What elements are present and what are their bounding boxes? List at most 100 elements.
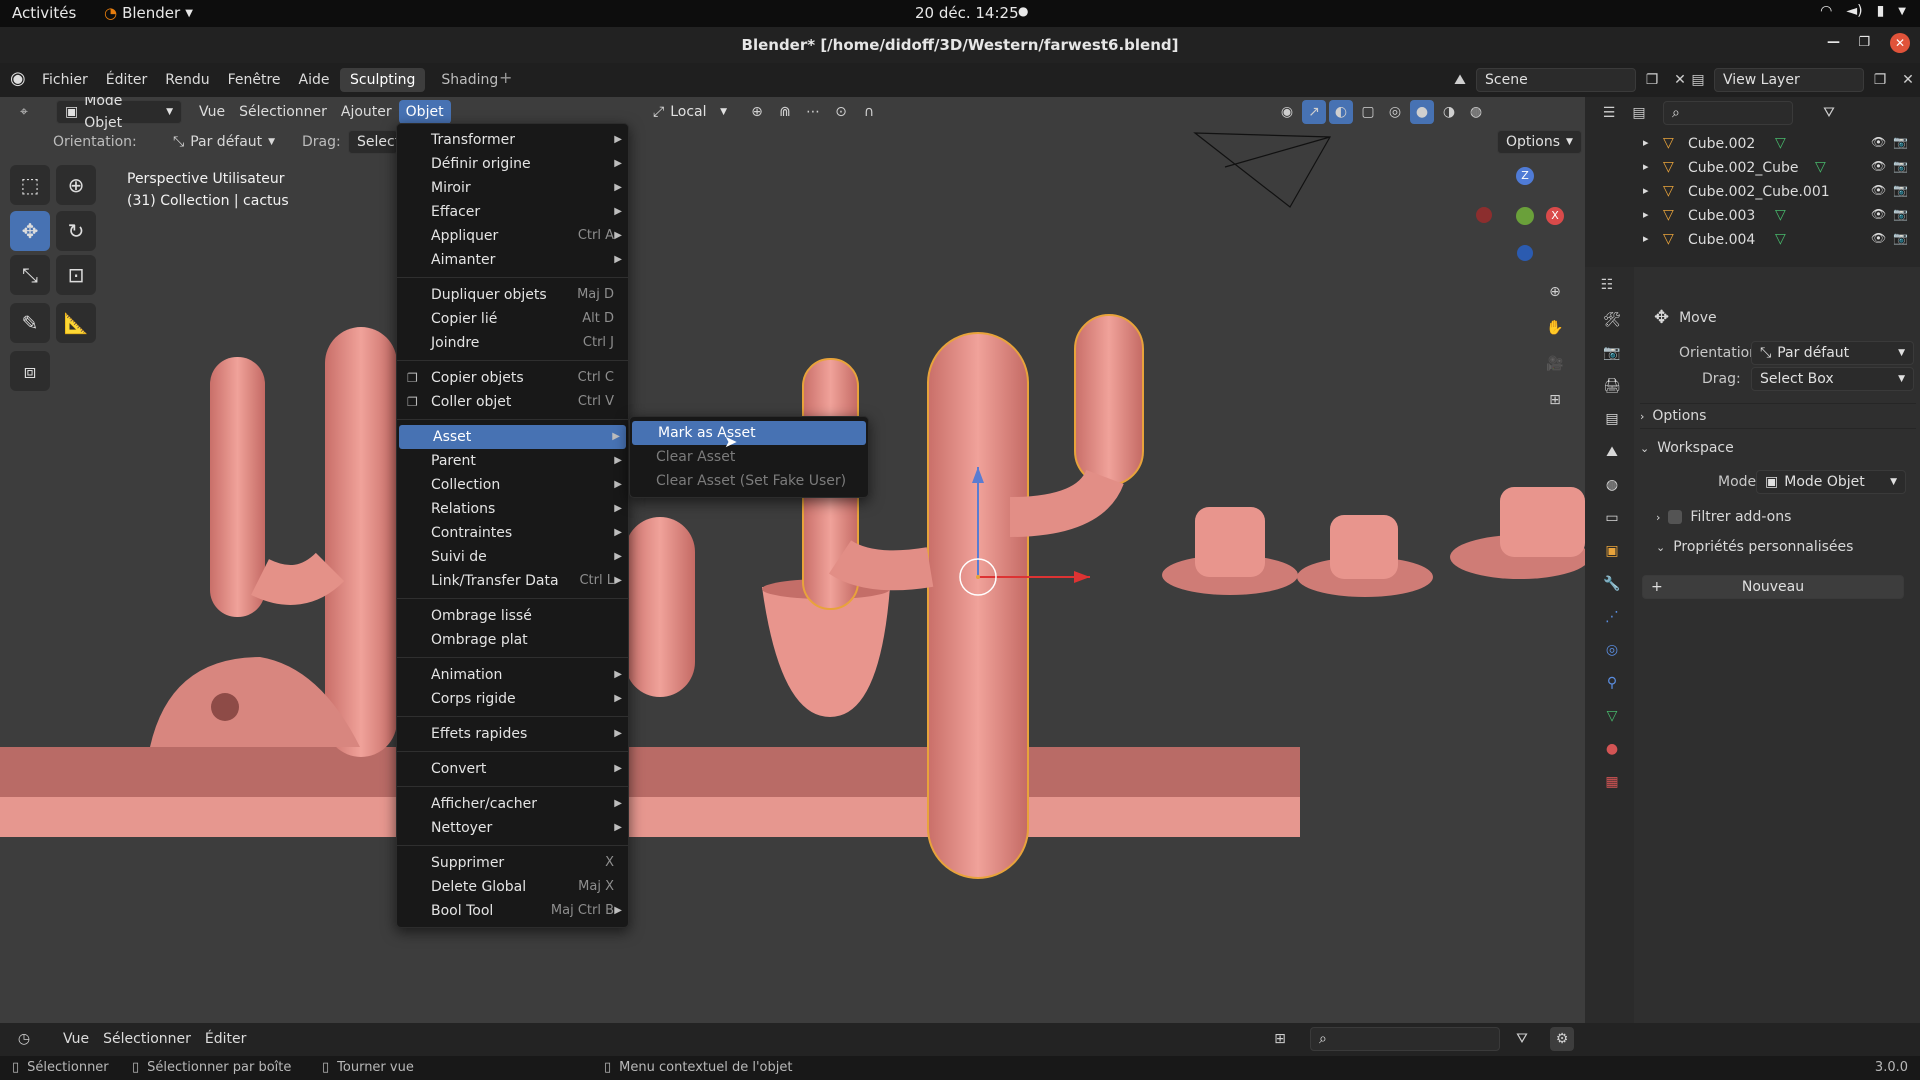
object-menu-item[interactable]: ❐ Coller objet Ctrl V [397,390,628,414]
mode-dropdown[interactable]: ▣ Mode Objet ▼ [1756,470,1906,494]
view-layer-selector[interactable]: ▤ View Layer ❐ ✕ [1686,68,1920,92]
transform-tool-icon[interactable]: ⊡ [56,255,96,295]
rotate-tool-icon[interactable]: ↻ [56,211,96,251]
proportional-edit-icon[interactable]: ⊙ [829,100,853,124]
object-menu-item[interactable]: Miroir ▶ [397,176,628,200]
outliner-item[interactable]: ▸ ▽ Cube.002 ▽ 👁 📷 [1585,133,1920,157]
close-icon[interactable]: ✕ [1890,33,1910,53]
render-camera-icon[interactable]: 📷 [1893,231,1908,245]
y-axis-icon[interactable] [1516,207,1534,225]
object-menu-item[interactable]: Ombrage plat [397,628,628,652]
options-panel-header[interactable]: › Options [1640,403,1916,429]
cactus-small[interactable] [625,517,695,697]
outliner-item[interactable]: ▸ ▽ Cube.002_Cube ▽ 👁 📷 [1585,157,1920,181]
object-menu-item[interactable]: Asset ▶ [399,425,626,449]
viewport-menu-0[interactable]: Vue [192,100,232,124]
pivot-icon[interactable]: ⊕ [745,100,769,124]
object-menu-item[interactable]: Bool Tool Maj Ctrl B ▶ [397,899,628,923]
custom-properties-header[interactable]: ⌄ Propriétés personnalisées [1656,539,1853,555]
clock[interactable]: 20 déc. 14:25 [915,4,1019,22]
timeline-menu-2[interactable]: Éditer [198,1027,253,1051]
data-tab-icon[interactable]: ▽ [1599,703,1625,729]
modifier-tab-icon[interactable]: 🔧 [1599,571,1625,597]
expand-arrow-icon[interactable]: ▸ [1643,208,1649,221]
expand-arrow-icon[interactable]: ▸ [1643,184,1649,197]
overlay-icon[interactable]: ◐ [1329,100,1353,124]
tab-workspace-1[interactable]: Shading [431,68,508,92]
x-axis-icon[interactable]: X [1546,207,1564,225]
view-layer-tab-icon[interactable]: ▤ [1599,406,1625,432]
object-menu-item[interactable]: Effets rapides ▶ [397,722,628,746]
object-menu-item[interactable]: Animation ▶ [397,663,628,687]
object-menu-item[interactable]: Collection ▶ [397,473,628,497]
timeline-menu-0[interactable]: Vue [56,1027,96,1051]
tool-tab-icon[interactable]: 🛠 [1599,307,1625,333]
neg-z-axis-icon[interactable] [1517,245,1533,261]
menu-3[interactable]: Fenêtre [219,68,290,92]
tab-workspace-0[interactable]: Sculpting [340,68,426,92]
object-menu-item[interactable]: Effacer ▶ [397,200,628,224]
collection-tab-icon[interactable]: ▭ [1599,505,1625,531]
scene-icon[interactable]: ⛰ [1448,68,1472,92]
scene-selector[interactable]: ⛰ Scene ❐ ✕ [1448,68,1692,92]
texture-tab-icon[interactable]: ▦ [1599,769,1625,795]
object-menu-item[interactable]: Ombrage lissé [397,604,628,628]
options-dropdown[interactable]: Options ▼ [1497,130,1582,154]
new-property-button[interactable]: + Nouveau [1642,575,1904,599]
editor-type-icon[interactable]: ⌖ [12,100,36,124]
drag-dropdown[interactable]: Select [348,130,398,154]
render-camera-icon[interactable]: 📷 [1893,159,1908,173]
eye-icon[interactable]: 👁 [1871,183,1886,197]
object-menu-item[interactable]: Delete Global Maj X [397,875,628,899]
object-menu-item[interactable]: Définir origine ▶ [397,152,628,176]
z-axis-icon[interactable]: Z [1516,167,1534,185]
scene-canvas[interactable] [0,97,1585,1023]
physics-tab-icon[interactable]: ◎ [1599,637,1625,663]
outliner-item[interactable]: ▸ ▽ Cube.004 ▽ 👁 📷 [1585,229,1920,253]
outliner-item[interactable]: ▸▽Cube.002_Cube.001▽👁📷 [1585,181,1920,205]
settings-gear-icon[interactable]: ⚙ [1550,1027,1574,1051]
eye-icon[interactable]: 👁 [1871,159,1886,173]
blender-logo-icon[interactable]: ◉ [10,68,26,89]
object-menu-item[interactable]: Joindre Ctrl J [397,331,628,355]
hats[interactable] [1162,487,1585,597]
snap-icon[interactable]: ⋒ [773,100,797,124]
view-layer-icon[interactable]: ▤ [1686,68,1710,92]
timeline-menu-1[interactable]: Sélectionner [96,1027,198,1051]
filter-icon[interactable]: ⛛ [1817,101,1841,125]
system-tray[interactable]: ◠ ◄) ▮ ▼ [1820,3,1906,19]
expand-arrow-icon[interactable]: ▸ [1643,160,1649,173]
viewport-menu-2[interactable]: Ajouter [334,100,399,124]
falloff-icon[interactable]: ∩ [857,100,881,124]
menu-2[interactable]: Rendu [156,68,218,92]
object-menu-item[interactable]: Supprimer X [397,851,628,875]
object-menu-item[interactable]: Suivi de ▶ [397,545,628,569]
3d-viewport[interactable]: ⌖ ▣ Mode Objet ▼ Vue Sélectionner Ajouter O… [0,97,1585,1023]
world-tab-icon[interactable]: ◍ [1599,472,1625,498]
orientation-dropdown[interactable]: ⤡ Par défaut ▼ [173,130,275,154]
snap-target-icon[interactable]: ⋯ [801,100,825,124]
add-cube-tool-icon[interactable]: ⧈ [10,351,50,391]
wireframe-shading-icon[interactable]: ◎ [1383,100,1407,124]
outliner-search-icon[interactable]: ⌕ [1663,101,1793,125]
battery-icon[interactable]: ▮ [1877,3,1885,19]
object-menu-item[interactable]: ❐ Copier objets Ctrl C [397,366,628,390]
object-menu-item[interactable]: Link/Transfer Data Ctrl L ▶ [397,569,628,593]
timeline-search-icon[interactable]: ⌕ [1310,1027,1500,1051]
eye-icon[interactable]: 👁 [1871,135,1886,149]
copy-scene-icon[interactable]: ❐ [1640,68,1664,92]
menu-1[interactable]: Éditer [97,68,156,92]
scale-tool-icon[interactable]: ⤡ [10,255,50,295]
menu-4[interactable]: Aide [290,68,339,92]
zoom-icon[interactable]: ⊕ [1540,277,1570,307]
select-box-tool-icon[interactable]: ⬚ [10,165,50,205]
asset-menu-item-0[interactable]: Mark as Asset [632,421,866,445]
cursor-tool-icon[interactable]: ⊕ [56,165,96,205]
object-menu-item[interactable]: Afficher/cacher ▶ [397,792,628,816]
filter-addons-row[interactable]: › Filtrer add-ons [1656,509,1791,525]
add-workspace-button[interactable]: + [499,68,512,87]
constraints-tab-icon[interactable]: ⚲ [1599,670,1625,696]
render-camera-icon[interactable]: 📷 [1893,183,1908,197]
chevron-down-icon[interactable]: ▼ [1898,6,1906,17]
ortho-grid-icon[interactable]: ⊞ [1540,385,1570,415]
